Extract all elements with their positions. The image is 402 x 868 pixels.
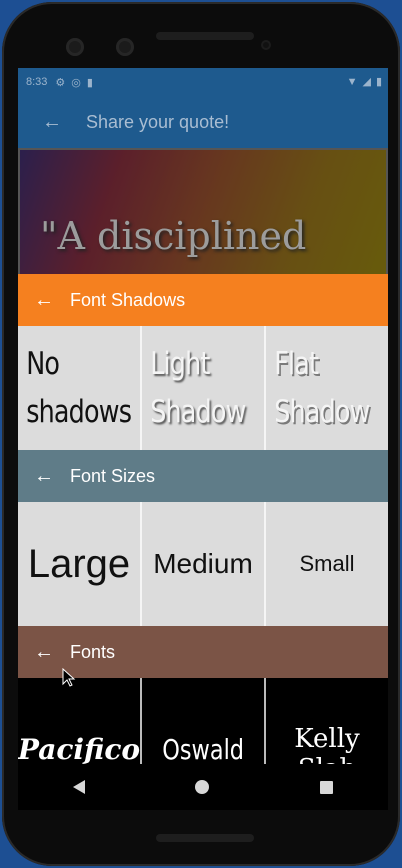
shadow-option-light[interactable]: Light Shadow	[142, 326, 266, 450]
font-shadows-options: No shadows Light Shadow Flat Shadow	[18, 326, 388, 450]
nav-home-icon[interactable]	[195, 780, 210, 794]
sizes-back-arrow-icon[interactable]: ←	[18, 465, 70, 488]
page-title: Share your quote!	[86, 111, 230, 132]
sd-card-icon: ▮	[86, 76, 93, 89]
font-option-label: Oswald	[162, 732, 244, 766]
size-option-medium[interactable]: Medium	[142, 502, 266, 626]
back-arrow-icon[interactable]: ←	[18, 111, 86, 134]
fonts-back-arrow-icon[interactable]: ←	[18, 641, 70, 664]
shadow-option-none[interactable]: No shadows	[18, 326, 142, 450]
quote-preview-text: "A disciplined	[40, 214, 307, 258]
phone-frame: 8:33 ⚙ ◎ ▮ ▼ ◢ ▮ ← Share your quote! "A …	[2, 2, 400, 866]
status-time: 8:33	[26, 76, 48, 88]
nav-recents-icon[interactable]	[319, 780, 333, 794]
device-screen: 8:33 ⚙ ◎ ▮ ▼ ◢ ▮ ← Share your quote! "A …	[18, 68, 388, 810]
system-nav-bar	[18, 764, 388, 810]
nav-back-icon[interactable]	[73, 780, 86, 794]
shadow-option-label: Flat Shadow	[274, 346, 370, 430]
mouse-cursor-icon	[62, 668, 76, 687]
font-sizes-options: Large Medium Small	[18, 502, 388, 626]
app-toolbar: ← Share your quote!	[18, 96, 388, 148]
phone-top-bezel	[2, 2, 400, 68]
battery-icon: ▮	[375, 76, 382, 88]
shadow-option-label: No shadows	[26, 346, 132, 430]
quote-preview: "A disciplined	[18, 148, 388, 274]
settings-icon: ⚙	[55, 76, 66, 89]
front-camera-icon	[66, 38, 84, 56]
font-sizes-title: Font Sizes	[70, 465, 156, 486]
font-option-label: Pacifico	[18, 732, 141, 766]
font-shadows-header: ← Font Shadows	[18, 274, 388, 326]
status-bar: 8:33 ⚙ ◎ ▮ ▼ ◢ ▮	[18, 68, 388, 96]
size-option-small[interactable]: Small	[266, 502, 388, 626]
phone-bottom-speaker	[156, 834, 254, 842]
shadow-option-flat[interactable]: Flat Shadow	[266, 326, 388, 450]
shadow-option-label: Light Shadow	[150, 346, 246, 430]
front-sensor-icon	[116, 38, 134, 56]
wifi-icon: ▼	[346, 75, 358, 88]
fonts-title: Fonts	[70, 641, 116, 662]
signal-icon: ◢	[362, 76, 371, 88]
shadows-back-arrow-icon[interactable]: ←	[18, 289, 70, 312]
proximity-sensor-icon	[261, 40, 271, 50]
font-sizes-header: ← Font Sizes	[18, 450, 388, 502]
sync-icon: ◎	[71, 76, 81, 89]
size-option-large[interactable]: Large	[18, 502, 142, 626]
font-shadows-title: Font Shadows	[70, 289, 186, 310]
earpiece-speaker	[156, 32, 254, 40]
